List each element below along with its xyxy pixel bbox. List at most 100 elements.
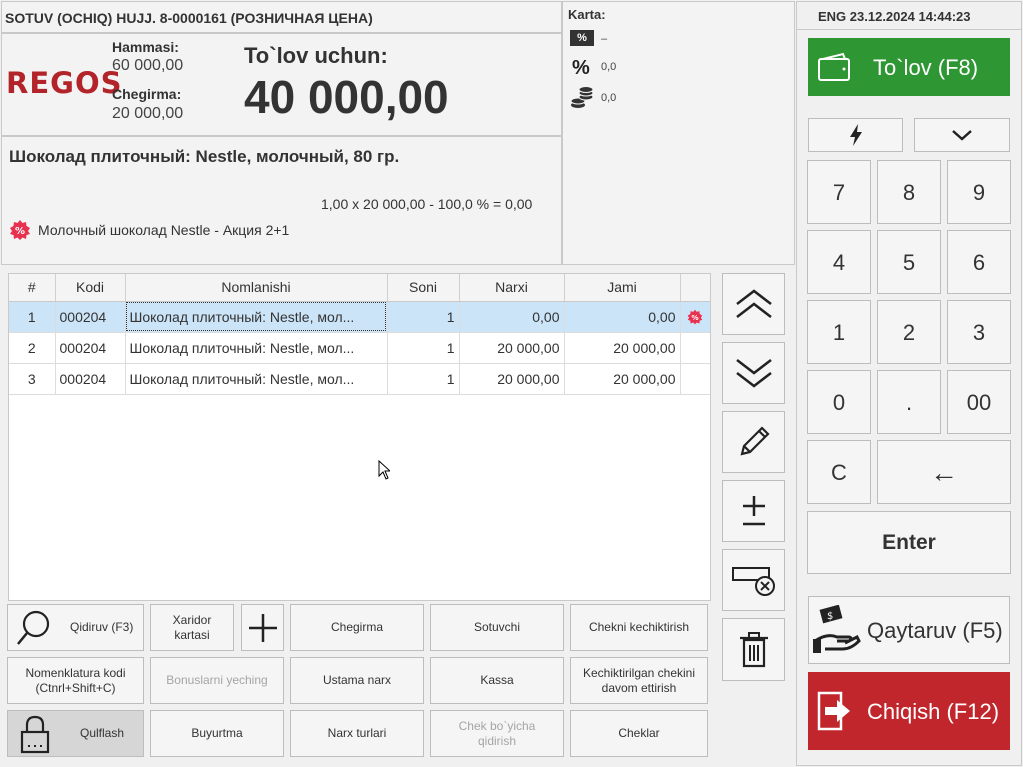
table-row[interactable]: 2 000204 Шоколад плиточный: Nestle, мол.… — [9, 332, 710, 364]
key-1[interactable]: 1 — [807, 300, 871, 364]
lock-icon — [20, 714, 50, 754]
plus-icon — [247, 612, 279, 644]
promo-icon: % — [9, 219, 31, 241]
column-header[interactable]: Jami — [564, 274, 681, 302]
edit-button[interactable] — [722, 411, 785, 473]
row-name: Шоколад плиточный: Nestle, мол... — [125, 363, 388, 395]
bonuses-button[interactable]: Bonuslarni yeching — [150, 657, 284, 704]
column-header[interactable]: Soni — [387, 274, 460, 302]
key-4[interactable]: 4 — [807, 230, 871, 294]
document-title: SOTUV (OCHIQ) HUJJ. 8-0000161 (РОЗНИЧНАЯ… — [5, 10, 373, 26]
total-value: 60 000,00 — [112, 57, 184, 74]
row-total: 20 000,00 — [564, 332, 681, 364]
percent-icon: % — [572, 57, 590, 79]
key-clear[interactable]: C — [807, 440, 871, 504]
key-5[interactable]: 5 — [877, 230, 941, 294]
search-by-check-button[interactable]: Chek bo`yicha qidirish — [430, 710, 564, 757]
row-name: Шоколад плиточный: Nestle, мол... — [125, 332, 388, 364]
total-label: Hammasi: — [112, 39, 179, 55]
key-0[interactable]: 0 — [807, 370, 871, 434]
expand-button[interactable] — [914, 118, 1010, 152]
column-header[interactable]: Narxi — [459, 274, 565, 302]
customer-card-button[interactable]: Xaridor kartasi — [150, 604, 234, 651]
order-button[interactable]: Buyurtma — [150, 710, 284, 757]
key-9[interactable]: 9 — [947, 160, 1011, 224]
delete-button[interactable] — [722, 618, 785, 681]
row-qty: 1 — [387, 332, 460, 364]
pay-button-label: To`lov (F8) — [873, 54, 979, 80]
table-row[interactable]: 3 000204 Шоколад плиточный: Nestle, мол.… — [9, 363, 710, 395]
row-total: 20 000,00 — [564, 363, 681, 395]
exit-button-label: Chiqish (F12) — [867, 698, 1000, 724]
scroll-down-button[interactable] — [722, 342, 785, 404]
double-chevron-up-icon — [734, 288, 774, 320]
lock-button[interactable]: Qulflash — [7, 710, 144, 757]
scroll-up-button[interactable] — [722, 273, 785, 335]
nomenclature-code-button[interactable]: Nomenklatura kodi (Ctnrl+Shift+C) — [7, 657, 144, 704]
exit-icon — [817, 691, 853, 731]
key-3[interactable]: 3 — [947, 300, 1011, 364]
percent-badge-icon: % — [570, 30, 594, 46]
items-table[interactable]: # Kodi Nomlanishi Soni Narxi Jami 1 0002… — [8, 273, 711, 601]
price-formula: 1,00 x 20 000,00 - 100,0 % = 0,00 — [321, 196, 533, 212]
row-qty: 1 — [387, 363, 460, 395]
discount-button[interactable]: Chegirma — [290, 604, 424, 651]
key-dot[interactable]: . — [877, 370, 941, 434]
delay-check-button[interactable]: Chekni kechiktirish — [570, 604, 708, 651]
return-button[interactable]: $ Qaytaruv (F5) — [808, 596, 1010, 664]
divider — [1, 32, 562, 34]
discount-value: 20 000,00 — [112, 105, 184, 122]
pay-label: To`lov uchun: — [244, 43, 388, 68]
trash-icon — [739, 631, 769, 668]
exit-button[interactable]: Chiqish (F12) — [808, 672, 1010, 750]
svg-text:%: % — [691, 312, 699, 321]
key-2[interactable]: 2 — [877, 300, 941, 364]
column-header[interactable]: Nomlanishi — [125, 274, 388, 302]
card-panel — [562, 1, 795, 265]
return-button-label: Qaytaruv (F5) — [867, 617, 1003, 643]
card-value: 0,0 — [601, 61, 617, 73]
regos-logo: REGOS — [6, 66, 123, 100]
seller-button[interactable]: Sotuvchi — [430, 604, 564, 651]
pay-button[interactable]: To`lov (F8) — [808, 38, 1010, 96]
discount-label: Chegirma: — [112, 86, 182, 102]
divider — [1, 135, 562, 137]
key-6[interactable]: 6 — [947, 230, 1011, 294]
cash-button[interactable]: Kassa — [430, 657, 564, 704]
column-header[interactable]: Kodi — [55, 274, 126, 302]
row-price: 0,00 — [459, 301, 565, 333]
remove-row-icon — [731, 562, 777, 598]
row-promo-cell — [680, 332, 710, 364]
product-name: Шоколад плиточный: Nestle, молочный, 80 … — [9, 147, 400, 166]
status-bar: ENG 23.12.2024 14:44:23 — [818, 9, 971, 24]
enter-button[interactable]: Enter — [807, 511, 1011, 574]
card-value: – — [601, 33, 608, 45]
master-price-button[interactable]: Ustama narx — [290, 657, 424, 704]
quick-action-button[interactable] — [808, 118, 903, 152]
add-button[interactable] — [241, 604, 284, 651]
table-header: # Kodi Nomlanishi Soni Narxi Jami — [9, 274, 710, 302]
search-icon — [16, 609, 52, 647]
checks-button[interactable]: Cheklar — [570, 710, 708, 757]
column-header[interactable]: # — [9, 274, 56, 302]
key-8[interactable]: 8 — [877, 160, 941, 224]
svg-text:$: $ — [827, 611, 833, 622]
row-price: 20 000,00 — [459, 332, 565, 364]
remove-row-button[interactable] — [722, 549, 785, 611]
plus-minus-button[interactable] — [722, 480, 785, 542]
column-header — [680, 274, 710, 302]
mouse-cursor-icon — [378, 460, 390, 480]
key-00[interactable]: 00 — [947, 370, 1011, 434]
continue-delayed-button[interactable]: Kechiktirilgan chekini davom ettirish — [570, 657, 708, 704]
pay-value: 40 000,00 — [244, 71, 449, 123]
return-hand-icon: $ — [813, 605, 861, 655]
lock-button-label: Qulflash — [80, 726, 125, 740]
row-number: 3 — [9, 363, 56, 395]
search-button[interactable]: Qidiruv (F3) — [7, 604, 144, 651]
key-7[interactable]: 7 — [807, 160, 871, 224]
pencil-icon — [736, 424, 772, 460]
table-row[interactable]: 1 000204 Шоколад плиточный: Nestle, мол.… — [9, 301, 710, 333]
key-backspace[interactable]: ← — [877, 440, 1011, 504]
row-price: 20 000,00 — [459, 363, 565, 395]
price-types-button[interactable]: Narx turlari — [290, 710, 424, 757]
